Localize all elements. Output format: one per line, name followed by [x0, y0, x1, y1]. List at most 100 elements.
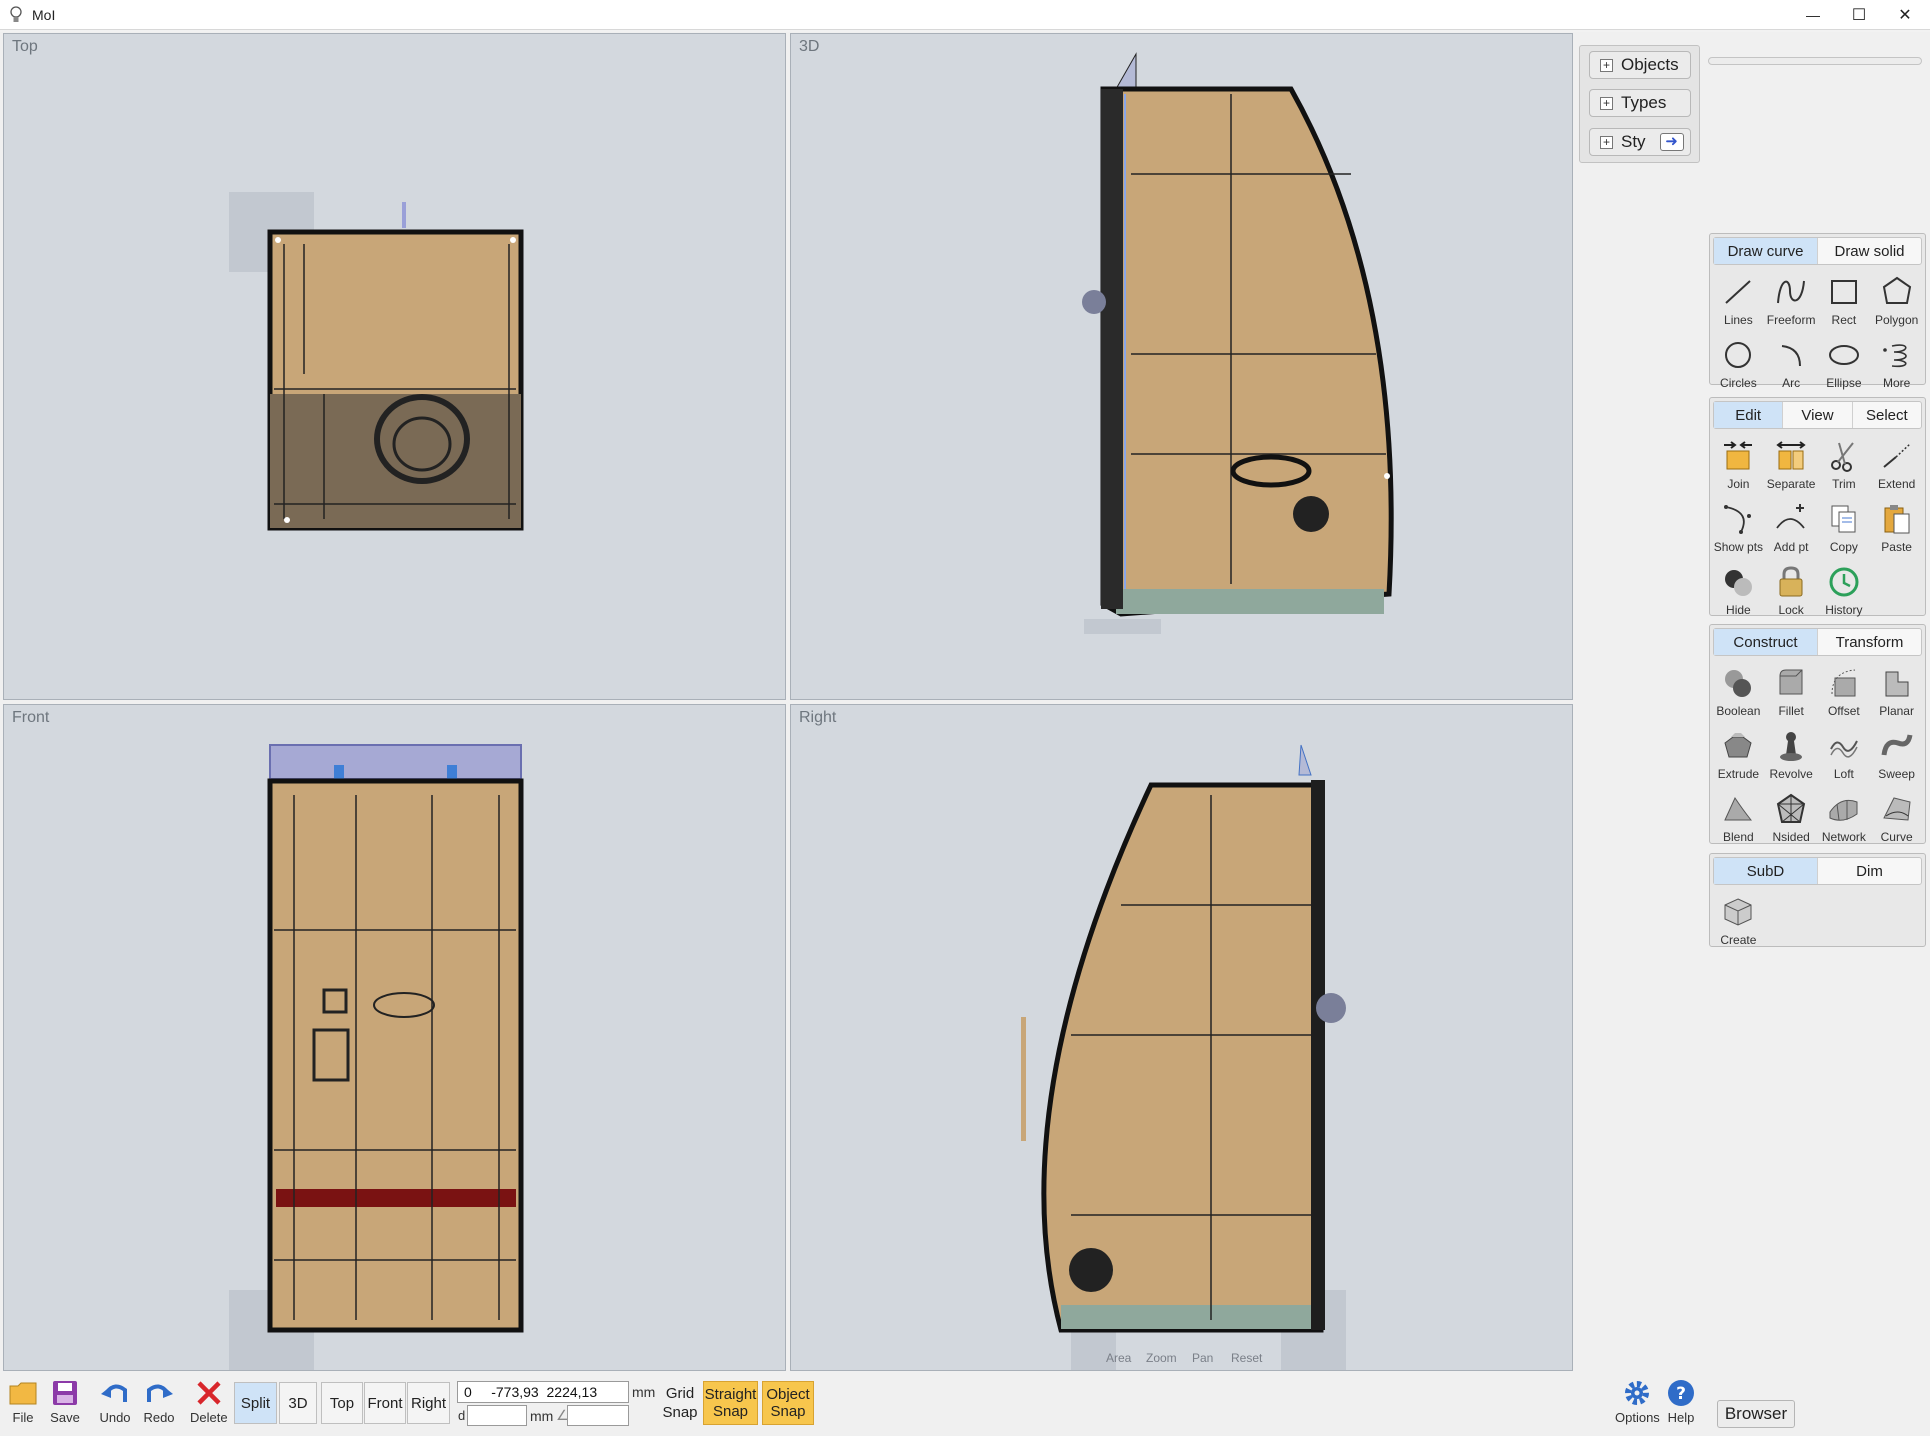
- rectangle-icon: [1830, 280, 1857, 304]
- objects-tree-button[interactable]: + Objects: [1589, 51, 1691, 79]
- tab-subd[interactable]: SubD: [1714, 858, 1818, 884]
- viewport-top[interactable]: Top: [3, 33, 786, 700]
- revolve-tool[interactable]: Revolve: [1765, 723, 1818, 786]
- title-bar: MoI — ☐ ✕: [0, 0, 1930, 30]
- history-tool[interactable]: History: [1818, 559, 1871, 622]
- create-tool[interactable]: Create: [1712, 889, 1765, 952]
- expand-icon: +: [1600, 58, 1613, 72]
- grid-snap-toggle[interactable]: Grid Snap: [660, 1384, 700, 1422]
- tab-dim[interactable]: Dim: [1818, 858, 1921, 884]
- spiral-icon: [1882, 344, 1907, 368]
- polygon-tool[interactable]: Polygon: [1870, 269, 1923, 332]
- delete-button[interactable]: Delete: [190, 1378, 228, 1425]
- planar-tool[interactable]: Planar: [1870, 660, 1923, 723]
- subd-palette: SubD Dim Create: [1709, 853, 1926, 947]
- tab-transform[interactable]: Transform: [1818, 629, 1921, 655]
- help-icon: ?: [1668, 1380, 1694, 1406]
- close-button[interactable]: ✕: [1882, 0, 1928, 30]
- redo-button[interactable]: Redo: [143, 1378, 175, 1425]
- revolve-icon: [1780, 732, 1803, 761]
- separate-tool[interactable]: Separate: [1765, 433, 1818, 496]
- tab-edit[interactable]: Edit: [1714, 402, 1784, 428]
- tab-select[interactable]: Select: [1853, 402, 1921, 428]
- lock-icon: [1779, 566, 1803, 597]
- tab-draw-solid[interactable]: Draw solid: [1818, 238, 1921, 264]
- extend-tool[interactable]: Extend: [1870, 433, 1923, 496]
- blend-tool[interactable]: Blend: [1712, 786, 1765, 849]
- options-button[interactable]: Options: [1615, 1378, 1660, 1425]
- close-icon: ✕: [1898, 7, 1912, 24]
- scissors-icon: [1830, 442, 1854, 472]
- styles-tree-button[interactable]: + Sty ➜: [1589, 128, 1691, 156]
- boolean-icon: [1725, 670, 1752, 697]
- nav-pan-label[interactable]: Pan: [1192, 1351, 1213, 1365]
- scroll-indicator[interactable]: [1708, 57, 1922, 65]
- network-tool[interactable]: Network: [1818, 786, 1871, 849]
- add-pt-tool[interactable]: Add pt: [1765, 496, 1818, 559]
- paste-tool[interactable]: Paste: [1870, 496, 1923, 559]
- rect-tool[interactable]: Rect: [1818, 269, 1871, 332]
- tab-view[interactable]: View: [1783, 402, 1853, 428]
- coordinate-input[interactable]: 0 -773,93 2224,13: [457, 1381, 629, 1403]
- subd-cube-icon: [1724, 898, 1752, 926]
- maximize-button[interactable]: ☐: [1836, 0, 1882, 30]
- help-button[interactable]: ? Help: [1666, 1378, 1696, 1425]
- nav-reset-label[interactable]: Reset: [1231, 1351, 1262, 1365]
- file-button[interactable]: File: [8, 1378, 38, 1425]
- fillet-icon: [1779, 669, 1803, 695]
- browser-button[interactable]: Browser: [1717, 1400, 1795, 1428]
- straight-snap-toggle[interactable]: Straight Snap: [703, 1381, 758, 1425]
- hide-tool[interactable]: Hide: [1712, 559, 1765, 622]
- loft-tool[interactable]: Loft: [1818, 723, 1871, 786]
- expand-icon: +: [1600, 135, 1613, 149]
- polygon-icon: [1882, 276, 1911, 304]
- viewport-right[interactable]: Right Area Zoom Pan Reset: [790, 704, 1573, 1371]
- join-tool[interactable]: Join: [1712, 433, 1765, 496]
- more-tool[interactable]: More: [1870, 332, 1923, 395]
- viewport-3d[interactable]: 3D: [790, 33, 1573, 700]
- arc-tool[interactable]: Arc: [1765, 332, 1818, 395]
- sweep-tool[interactable]: Sweep: [1870, 723, 1923, 786]
- object-snap-toggle[interactable]: Object Snap: [762, 1381, 814, 1425]
- boolean-tool[interactable]: Boolean: [1712, 660, 1765, 723]
- trim-tool[interactable]: Trim: [1818, 433, 1871, 496]
- styles-label: Sty: [1621, 132, 1646, 151]
- offset-tool[interactable]: Offset: [1818, 660, 1871, 723]
- nav-area-label[interactable]: Area: [1106, 1351, 1131, 1365]
- copy-tool[interactable]: Copy: [1818, 496, 1871, 559]
- view-3d-button[interactable]: 3D: [279, 1382, 317, 1424]
- minimize-button[interactable]: —: [1790, 0, 1836, 30]
- hide-icon: [1725, 570, 1753, 596]
- tab-construct[interactable]: Construct: [1714, 629, 1818, 655]
- view-top-button[interactable]: Top: [321, 1382, 363, 1424]
- minimize-icon: —: [1806, 7, 1820, 23]
- nsided-tool[interactable]: Nsided: [1765, 786, 1818, 849]
- circles-tool[interactable]: Circles: [1712, 332, 1765, 395]
- nav-zoom-label[interactable]: Zoom: [1146, 1351, 1177, 1365]
- save-icon: [53, 1381, 77, 1405]
- curve-icon: [1882, 797, 1911, 821]
- distance-input[interactable]: [467, 1405, 527, 1426]
- ellipse-tool[interactable]: Ellipse: [1818, 332, 1871, 395]
- arrow-right-icon[interactable]: ➜: [1659, 133, 1684, 151]
- types-tree-button[interactable]: + Types: [1589, 89, 1691, 117]
- line-icon: [1725, 280, 1752, 304]
- extrude-tool[interactable]: Extrude: [1712, 723, 1765, 786]
- fillet-tool[interactable]: Fillet: [1765, 660, 1818, 723]
- tab-draw-curve[interactable]: Draw curve: [1714, 238, 1818, 264]
- view-front-button[interactable]: Front: [364, 1382, 406, 1424]
- extend-icon: [1882, 443, 1911, 468]
- show-pts-tool[interactable]: Show pts: [1712, 496, 1765, 559]
- undo-button[interactable]: Undo: [99, 1378, 131, 1425]
- viewport-front[interactable]: Front: [3, 704, 786, 1371]
- folder-icon: [9, 1382, 37, 1405]
- view-split-button[interactable]: Split: [234, 1382, 277, 1424]
- lines-tool[interactable]: Lines: [1712, 269, 1765, 332]
- lock-tool[interactable]: Lock: [1765, 559, 1818, 622]
- curve-tool[interactable]: Curve: [1870, 786, 1923, 849]
- angle-input[interactable]: [567, 1405, 629, 1426]
- subd-tabs: SubD Dim: [1713, 857, 1922, 885]
- view-right-button[interactable]: Right: [407, 1382, 450, 1424]
- save-button[interactable]: Save: [50, 1378, 80, 1425]
- freeform-tool[interactable]: Freeform: [1765, 269, 1818, 332]
